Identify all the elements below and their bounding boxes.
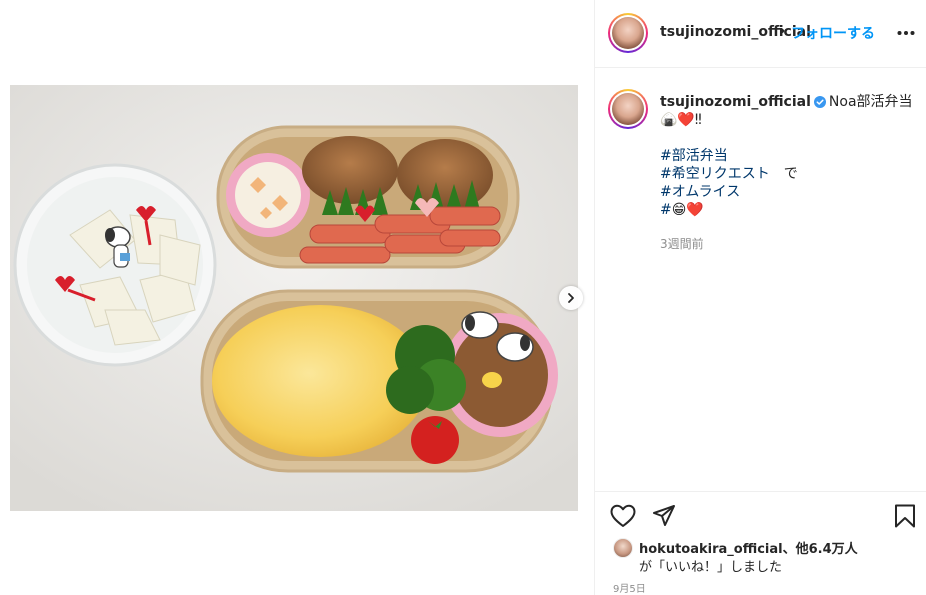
caption-username[interactable]: tsujinozomi_official (660, 94, 811, 110)
bento-photo-image (10, 85, 578, 511)
post-actions: hokutoakira_official、他6.4万人 が「いいね！」しました … (595, 491, 926, 595)
caption-text-suffix: で (769, 166, 798, 182)
post-media-pane (0, 0, 594, 595)
caption: tsujinozomi_official Noa部活弁当 🍙❤️‼ #部活弁当 … (660, 93, 915, 219)
verified-badge-icon (813, 96, 826, 108)
comments-section: tsujinozomi_official Noa部活弁当 🍙❤️‼ #部活弁当 … (595, 69, 926, 491)
share-button[interactable] (650, 502, 678, 530)
header-username[interactable]: tsujinozomi_official (660, 24, 811, 40)
caption-avatar[interactable] (608, 89, 648, 129)
bookmark-icon (895, 504, 915, 528)
caption-timestamp[interactable]: 3週間前 (660, 235, 704, 252)
hashtag-link[interactable]: #オムライス (660, 184, 740, 200)
save-button[interactable] (891, 502, 919, 530)
post-header: tsujinozomi_official • フォローする (595, 0, 926, 68)
heart-icon (610, 504, 636, 527)
more-horizontal-icon (897, 31, 915, 35)
likes-others[interactable]: 、他6.4万人 (783, 542, 858, 557)
paper-plane-icon (653, 505, 675, 526)
like-button[interactable] (609, 502, 637, 530)
caption-emoji: 😁❤️ (671, 202, 704, 218)
caption-text: Noa部活弁当 (828, 94, 913, 110)
chevron-right-icon (568, 293, 574, 303)
hashtag-link[interactable]: #希空リクエスト (660, 166, 770, 182)
more-options-button[interactable] (895, 22, 917, 44)
next-image-button[interactable] (559, 286, 583, 310)
hashtag-link[interactable]: # (660, 202, 672, 218)
post-date[interactable]: 9月5日 (613, 580, 646, 595)
header-separator: • (778, 24, 787, 40)
caption-emoji-line: 🍙❤️‼ (660, 112, 702, 128)
post-photo[interactable] (10, 85, 578, 511)
likes-summary: hokutoakira_official、他6.4万人 (639, 538, 858, 557)
follow-button[interactable]: フォローする (791, 23, 875, 43)
post-side-pane: tsujinozomi_official • フォローする tsujinozom… (594, 0, 926, 595)
profile-avatar[interactable] (608, 13, 648, 53)
liker-username[interactable]: hokutoakira_official (639, 542, 783, 557)
liker-avatar[interactable] (613, 538, 633, 558)
likes-suffix: が「いいね！」しました (639, 560, 783, 575)
hashtag-link[interactable]: #部活弁当 (660, 148, 728, 164)
